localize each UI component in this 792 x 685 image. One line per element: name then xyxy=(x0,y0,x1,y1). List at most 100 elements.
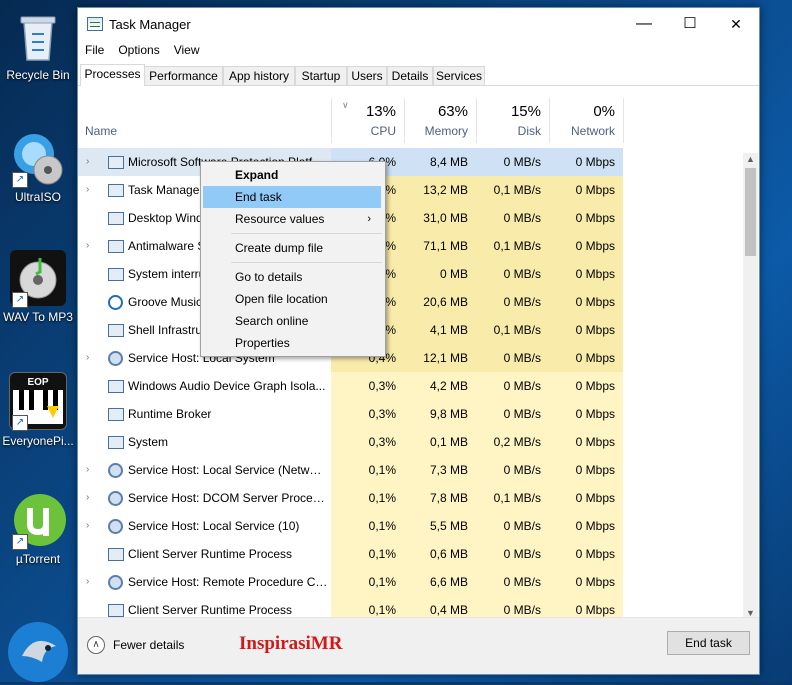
scroll-up-icon[interactable]: ▲ xyxy=(743,154,758,164)
menu-item-label: Resource values xyxy=(235,212,325,226)
ultraiso-icon: ↗ xyxy=(10,130,66,188)
menu-item-resource-values[interactable]: Resource values › xyxy=(203,208,381,230)
disk-cell: 0 MB/s xyxy=(476,344,549,372)
network-cell: 0 Mbps xyxy=(549,288,623,316)
chevron-right-icon[interactable]: › xyxy=(86,240,89,251)
chevron-right-icon[interactable]: › xyxy=(86,576,89,587)
disk-label: Disk xyxy=(517,124,541,138)
network-cell: 0 Mbps xyxy=(549,400,623,428)
minimize-button[interactable]: — xyxy=(621,8,667,40)
desktop-icon-label: Recycle Bin xyxy=(6,68,70,82)
close-button[interactable]: ✕ xyxy=(713,8,759,40)
cpu-label: CPU xyxy=(370,124,396,138)
memory-cell: 12,1 MB xyxy=(404,344,476,372)
column-header-disk[interactable]: 15% Disk xyxy=(476,98,549,143)
table-row[interactable]: Client Server Runtime Process 0,1% 0,6 MB 0… xyxy=(78,540,623,568)
context-menu: Expand End task Resource values › Create dum… xyxy=(200,161,386,357)
menu-item-expand[interactable]: Expand xyxy=(203,164,381,186)
chevron-right-icon[interactable]: › xyxy=(86,156,89,167)
column-header-network[interactable]: 0% Network xyxy=(549,98,624,143)
column-header-memory[interactable]: 63% Memory xyxy=(404,98,476,143)
column-header-name[interactable]: Name xyxy=(85,124,117,138)
network-cell: 0 Mbps xyxy=(549,456,623,484)
tab-app-history[interactable]: App history xyxy=(223,66,295,85)
vertical-scrollbar[interactable]: ▲ ▼ xyxy=(743,153,758,619)
cpu-cell: 0,1% xyxy=(331,540,404,568)
network-cell: 0 Mbps xyxy=(549,344,623,372)
submenu-arrow-icon: › xyxy=(367,213,371,225)
desktop-icon-everyonepiano[interactable]: EOP ↗ EveryonePi... xyxy=(2,372,74,448)
menu-item-label: Properties xyxy=(235,336,290,350)
memory-cell: 4,2 MB xyxy=(404,372,476,400)
title-bar[interactable]: Task Manager — ☐ ✕ xyxy=(78,8,759,40)
disk-cell: 0 MB/s xyxy=(476,288,549,316)
tab-performance[interactable]: Performance xyxy=(144,66,223,85)
menu-file[interactable]: File xyxy=(85,43,104,57)
column-header-cpu[interactable]: ∨ 13% CPU xyxy=(331,98,404,143)
table-row[interactable]: › Service Host: Local Service (10) 0,1% 5,5… xyxy=(78,512,623,540)
scrollbar-thumb[interactable] xyxy=(745,168,756,256)
table-row[interactable]: Windows Audio Device Graph Isola... 0,3% 4… xyxy=(78,372,623,400)
desktop-icon-label: EveryonePi... xyxy=(2,434,74,448)
table-row[interactable]: Runtime Broker 0,3% 9,8 MB 0 MB/s 0 Mbps xyxy=(78,400,623,428)
process-icon xyxy=(108,212,124,225)
network-cell: 0 Mbps xyxy=(549,484,623,512)
chevron-right-icon[interactable]: › xyxy=(86,184,89,195)
cpu-cell: 0,1% xyxy=(331,456,404,484)
cpu-cell: 0,1% xyxy=(331,568,404,596)
cpu-cell: 0,1% xyxy=(331,512,404,540)
menu-item-create-dump-file[interactable]: Create dump file xyxy=(203,237,381,259)
tab-processes[interactable]: Processes xyxy=(80,64,145,86)
tab-users[interactable]: Users xyxy=(347,66,387,85)
maximize-button[interactable]: ☐ xyxy=(667,8,713,40)
tab-details[interactable]: Details xyxy=(387,66,433,85)
memory-cell: 71,1 MB xyxy=(404,232,476,260)
tab-startup[interactable]: Startup xyxy=(295,66,347,85)
process-name: Client Server Runtime Process xyxy=(128,547,293,561)
table-row[interactable]: System 0,3% 0,1 MB 0,2 MB/s 0 Mbps xyxy=(78,428,623,456)
memory-cell: 0,6 MB xyxy=(404,540,476,568)
network-cell: 0 Mbps xyxy=(549,176,623,204)
process-name: Runtime Broker xyxy=(128,407,212,421)
disk-cell: 0 MB/s xyxy=(476,512,549,540)
chevron-right-icon[interactable]: › xyxy=(86,352,89,363)
memory-cell: 8,4 MB xyxy=(404,148,476,176)
disk-cell: 0 MB/s xyxy=(476,372,549,400)
network-label: Network xyxy=(570,124,615,138)
desktop-icon-recycle-bin[interactable]: Recycle Bin xyxy=(2,8,74,82)
menu-item-properties[interactable]: Properties xyxy=(203,332,381,354)
chevron-right-icon[interactable]: › xyxy=(86,492,89,503)
chevron-right-icon[interactable]: › xyxy=(86,520,89,531)
desktop-icon-dolphin[interactable] xyxy=(4,612,72,682)
memory-cell: 7,8 MB xyxy=(404,484,476,512)
table-row[interactable]: › Service Host: DCOM Server Process... 0,1… xyxy=(78,484,623,512)
fewer-details-button[interactable]: ∧ Fewer details xyxy=(87,636,184,654)
disk-cell: 0 MB/s xyxy=(476,540,549,568)
process-icon xyxy=(108,240,124,253)
process-icon xyxy=(108,463,123,478)
process-icon xyxy=(108,604,124,617)
menu-item-go-to-details[interactable]: Go to details xyxy=(203,266,381,288)
menu-item-end-task[interactable]: End task xyxy=(203,186,381,208)
chevron-right-icon[interactable]: › xyxy=(86,464,89,475)
desktop-icon-label: µTorrent xyxy=(15,552,61,566)
utorrent-icon: ↗ xyxy=(10,492,66,550)
desktop-icon-wav-to-mp3[interactable]: ↗ WAV To MP3 xyxy=(2,250,74,324)
memory-cell: 0 MB xyxy=(404,260,476,288)
menu-item-open-file-location[interactable]: Open file location xyxy=(203,288,381,310)
table-row[interactable]: › Service Host: Remote Procedure Ca... 0,1… xyxy=(78,568,623,596)
table-row[interactable]: › Service Host: Local Service (Networ... 0… xyxy=(78,456,623,484)
end-task-button[interactable]: End task xyxy=(667,631,750,655)
disk-cell: 0,2 MB/s xyxy=(476,428,549,456)
menu-item-label: Go to details xyxy=(235,270,303,284)
menu-item-search-online[interactable]: Search online xyxy=(203,310,381,332)
desktop-icon-ultraiso[interactable]: ↗ UltraISO xyxy=(2,130,74,204)
process-name: Client Server Runtime Process xyxy=(128,603,293,617)
process-icon xyxy=(108,408,124,421)
everyonepiano-icon: EOP ↗ xyxy=(9,372,67,431)
desktop-icon-label: WAV To MP3 xyxy=(3,310,73,324)
desktop-icon-utorrent[interactable]: ↗ µTorrent xyxy=(2,492,74,566)
menu-view[interactable]: View xyxy=(174,43,200,57)
tab-services[interactable]: Services xyxy=(433,66,485,85)
menu-options[interactable]: Options xyxy=(118,43,159,57)
